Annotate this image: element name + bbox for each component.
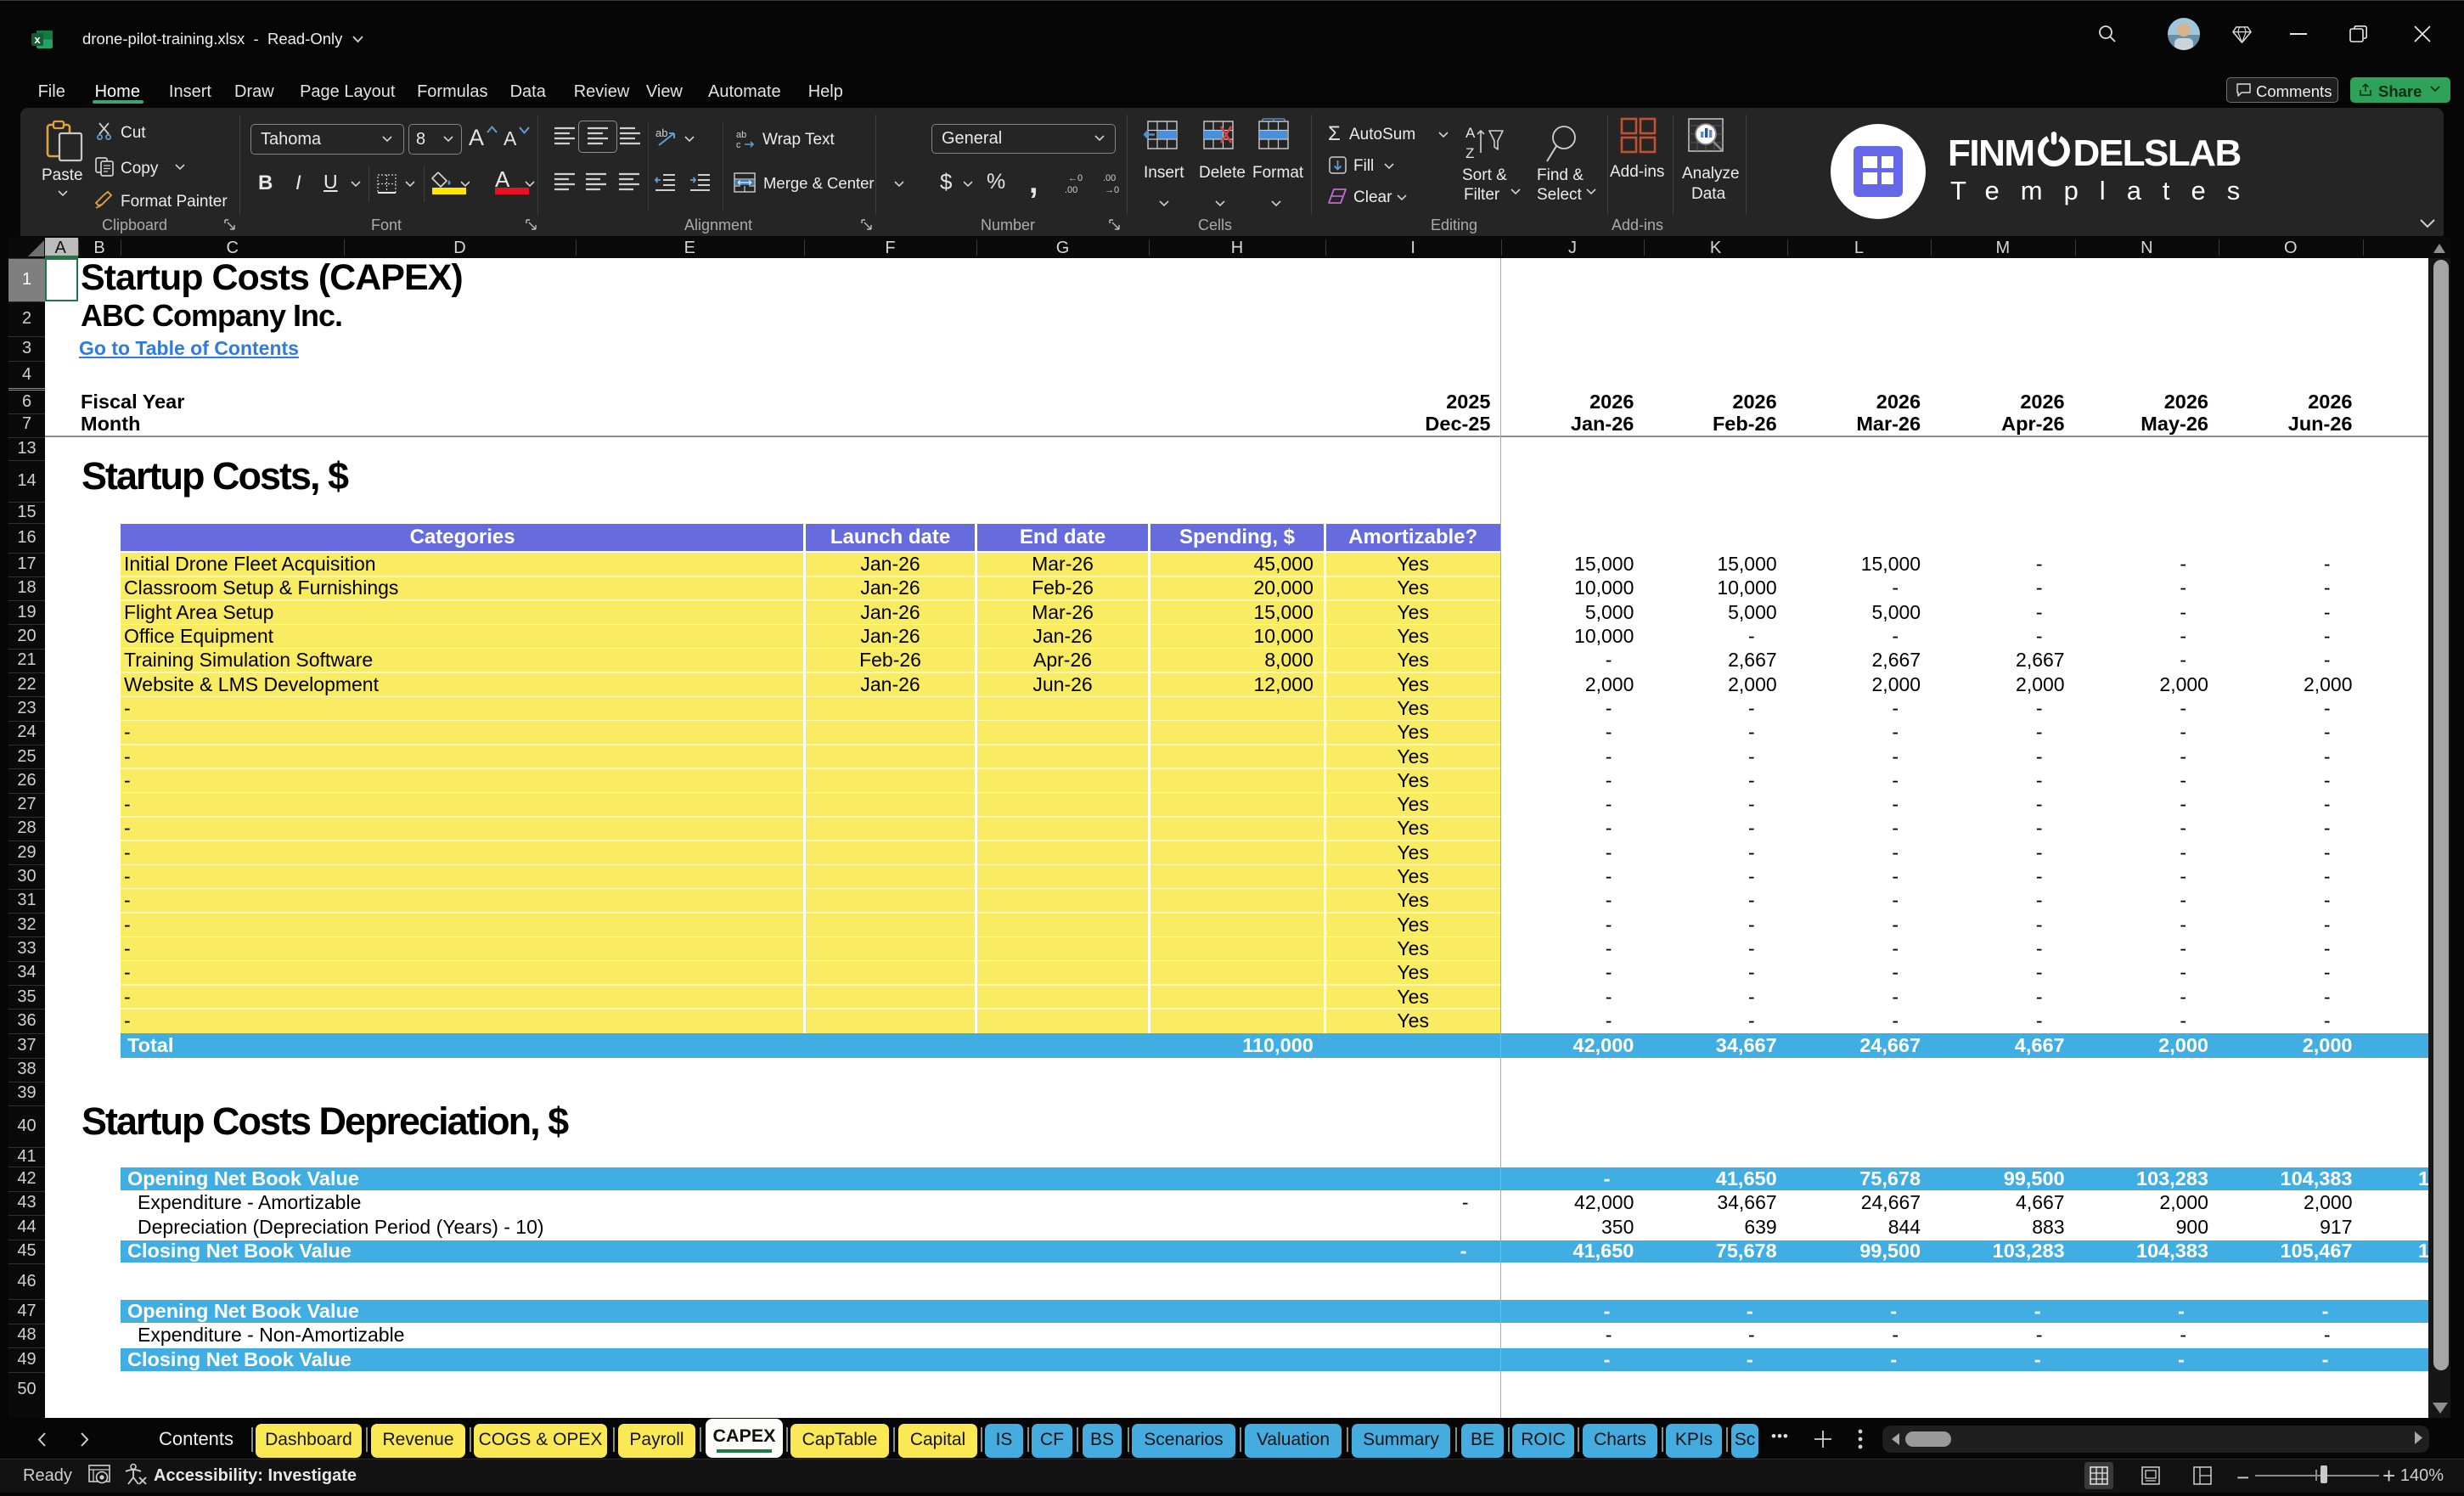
svg-text:.00: .00 [1065,185,1077,195]
svg-text:←0: ←0 [1068,173,1083,183]
svg-text:→0: →0 [1105,185,1119,195]
svg-text:.00: .00 [1103,173,1116,183]
svg-text:x: x [34,33,41,46]
svg-text:Z: Z [1465,145,1474,161]
svg-text:ab: ab [655,127,667,139]
svg-text:ab: ab [736,130,746,140]
svg-text:c: c [736,140,741,150]
svg-text:A: A [1465,125,1476,141]
